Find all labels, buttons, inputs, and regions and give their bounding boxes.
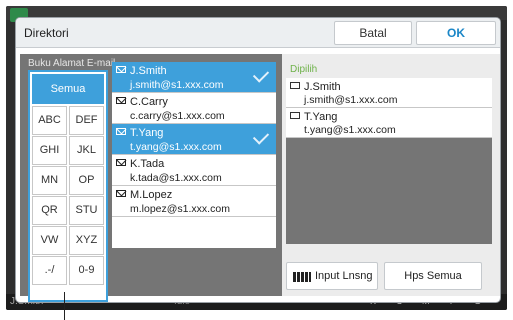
entry-name: J.Smith (304, 81, 341, 93)
mail-icon (116, 128, 126, 135)
entry-email: j.smith@s1.xxx.com (130, 79, 224, 91)
ok-button[interactable]: OK (416, 21, 496, 45)
list-item-mlopez[interactable]: M.Lopez m.lopez@s1.xxx.com (112, 186, 276, 217)
callout-line (64, 292, 65, 320)
clear-all-button[interactable]: Hps Semua (384, 262, 482, 290)
index-tab-qr[interactable]: QR (32, 196, 67, 225)
mail-icon (116, 97, 126, 104)
entry-email: j.smith@s1.xxx.com (304, 94, 398, 106)
index-tab-mn[interactable]: MN (32, 166, 67, 195)
keyboard-icon (293, 272, 311, 282)
check-icon (252, 66, 270, 83)
dialog-header: Direktori Batal OK (16, 18, 500, 48)
entry-name: J.Smith (130, 65, 167, 77)
direct-input-button[interactable]: Input Lnsng (286, 262, 378, 290)
selected-label: Dipilih (290, 64, 318, 75)
index-tab-def[interactable]: DEF (69, 106, 104, 135)
address-list: J.Smith j.smith@s1.xxx.com C.Carry c.car… (112, 62, 276, 248)
index-tab-stu[interactable]: STU (69, 196, 104, 225)
entry-name: T.Yang (130, 127, 164, 139)
index-tab-xyz[interactable]: XYZ (69, 226, 104, 255)
dialog-title: Direktori (24, 26, 69, 40)
address-book-panel: Buku Alamat E-mail Semua ABC DEF GHI JKL… (20, 54, 282, 302)
entry-email: k.tada@s1.xxx.com (130, 172, 222, 184)
selected-panel: Dipilih J.Smith j.smith@s1.xxx.com T.Yan… (282, 54, 500, 296)
mail-icon (290, 82, 300, 89)
index-tab-symbols[interactable]: .-/ (32, 256, 67, 285)
mail-icon (116, 190, 126, 197)
index-tab-ghi[interactable]: GHI (32, 136, 67, 165)
index-tabs: Semua ABC DEF GHI JKL MN OP QR STU VW XY… (28, 70, 108, 302)
cancel-button[interactable]: Batal (334, 21, 412, 45)
direct-input-label: Input Lnsng (315, 270, 373, 282)
entry-name: M.Lopez (130, 189, 173, 201)
index-tab-all[interactable]: Semua (32, 74, 104, 104)
selected-item-tyang[interactable]: T.Yang t.yang@s1.xxx.com (286, 108, 492, 138)
list-item-ccarry[interactable]: C.Carry c.carry@s1.xxx.com (112, 93, 276, 124)
list-item-jsmith[interactable]: J.Smith j.smith@s1.xxx.com (112, 62, 276, 93)
entry-email: t.yang@s1.xxx.com (304, 124, 396, 136)
index-tab-jkl[interactable]: JKL (69, 136, 104, 165)
mail-icon (290, 112, 300, 119)
entry-name: K.Tada (130, 158, 165, 170)
selected-list: J.Smith j.smith@s1.xxx.com T.Yang t.yang… (286, 78, 492, 244)
index-tab-abc[interactable]: ABC (32, 106, 67, 135)
selected-item-jsmith[interactable]: J.Smith j.smith@s1.xxx.com (286, 78, 492, 108)
entry-name: C.Carry (130, 96, 168, 108)
index-tab-vw[interactable]: VW (32, 226, 67, 255)
mail-icon (116, 66, 126, 73)
index-tab-op[interactable]: OP (69, 166, 104, 195)
entry-email: c.carry@s1.xxx.com (130, 110, 225, 122)
device-bezel: J.Smith Idle K C M Y G Direktori Batal O… (0, 0, 513, 320)
list-item-ktada[interactable]: K.Tada k.tada@s1.xxx.com (112, 155, 276, 186)
check-icon (252, 128, 270, 145)
address-book-label: Buku Alamat E-mail (28, 58, 116, 69)
mail-icon (116, 159, 126, 166)
entry-email: m.lopez@s1.xxx.com (130, 203, 230, 215)
entry-email: t.yang@s1.xxx.com (130, 141, 222, 153)
directory-dialog: Direktori Batal OK Buku Alamat E-mail Se… (16, 18, 500, 302)
index-tab-digits[interactable]: 0-9 (69, 256, 104, 285)
list-item-tyang[interactable]: T.Yang t.yang@s1.xxx.com (112, 124, 276, 155)
entry-name: T.Yang (304, 111, 338, 123)
